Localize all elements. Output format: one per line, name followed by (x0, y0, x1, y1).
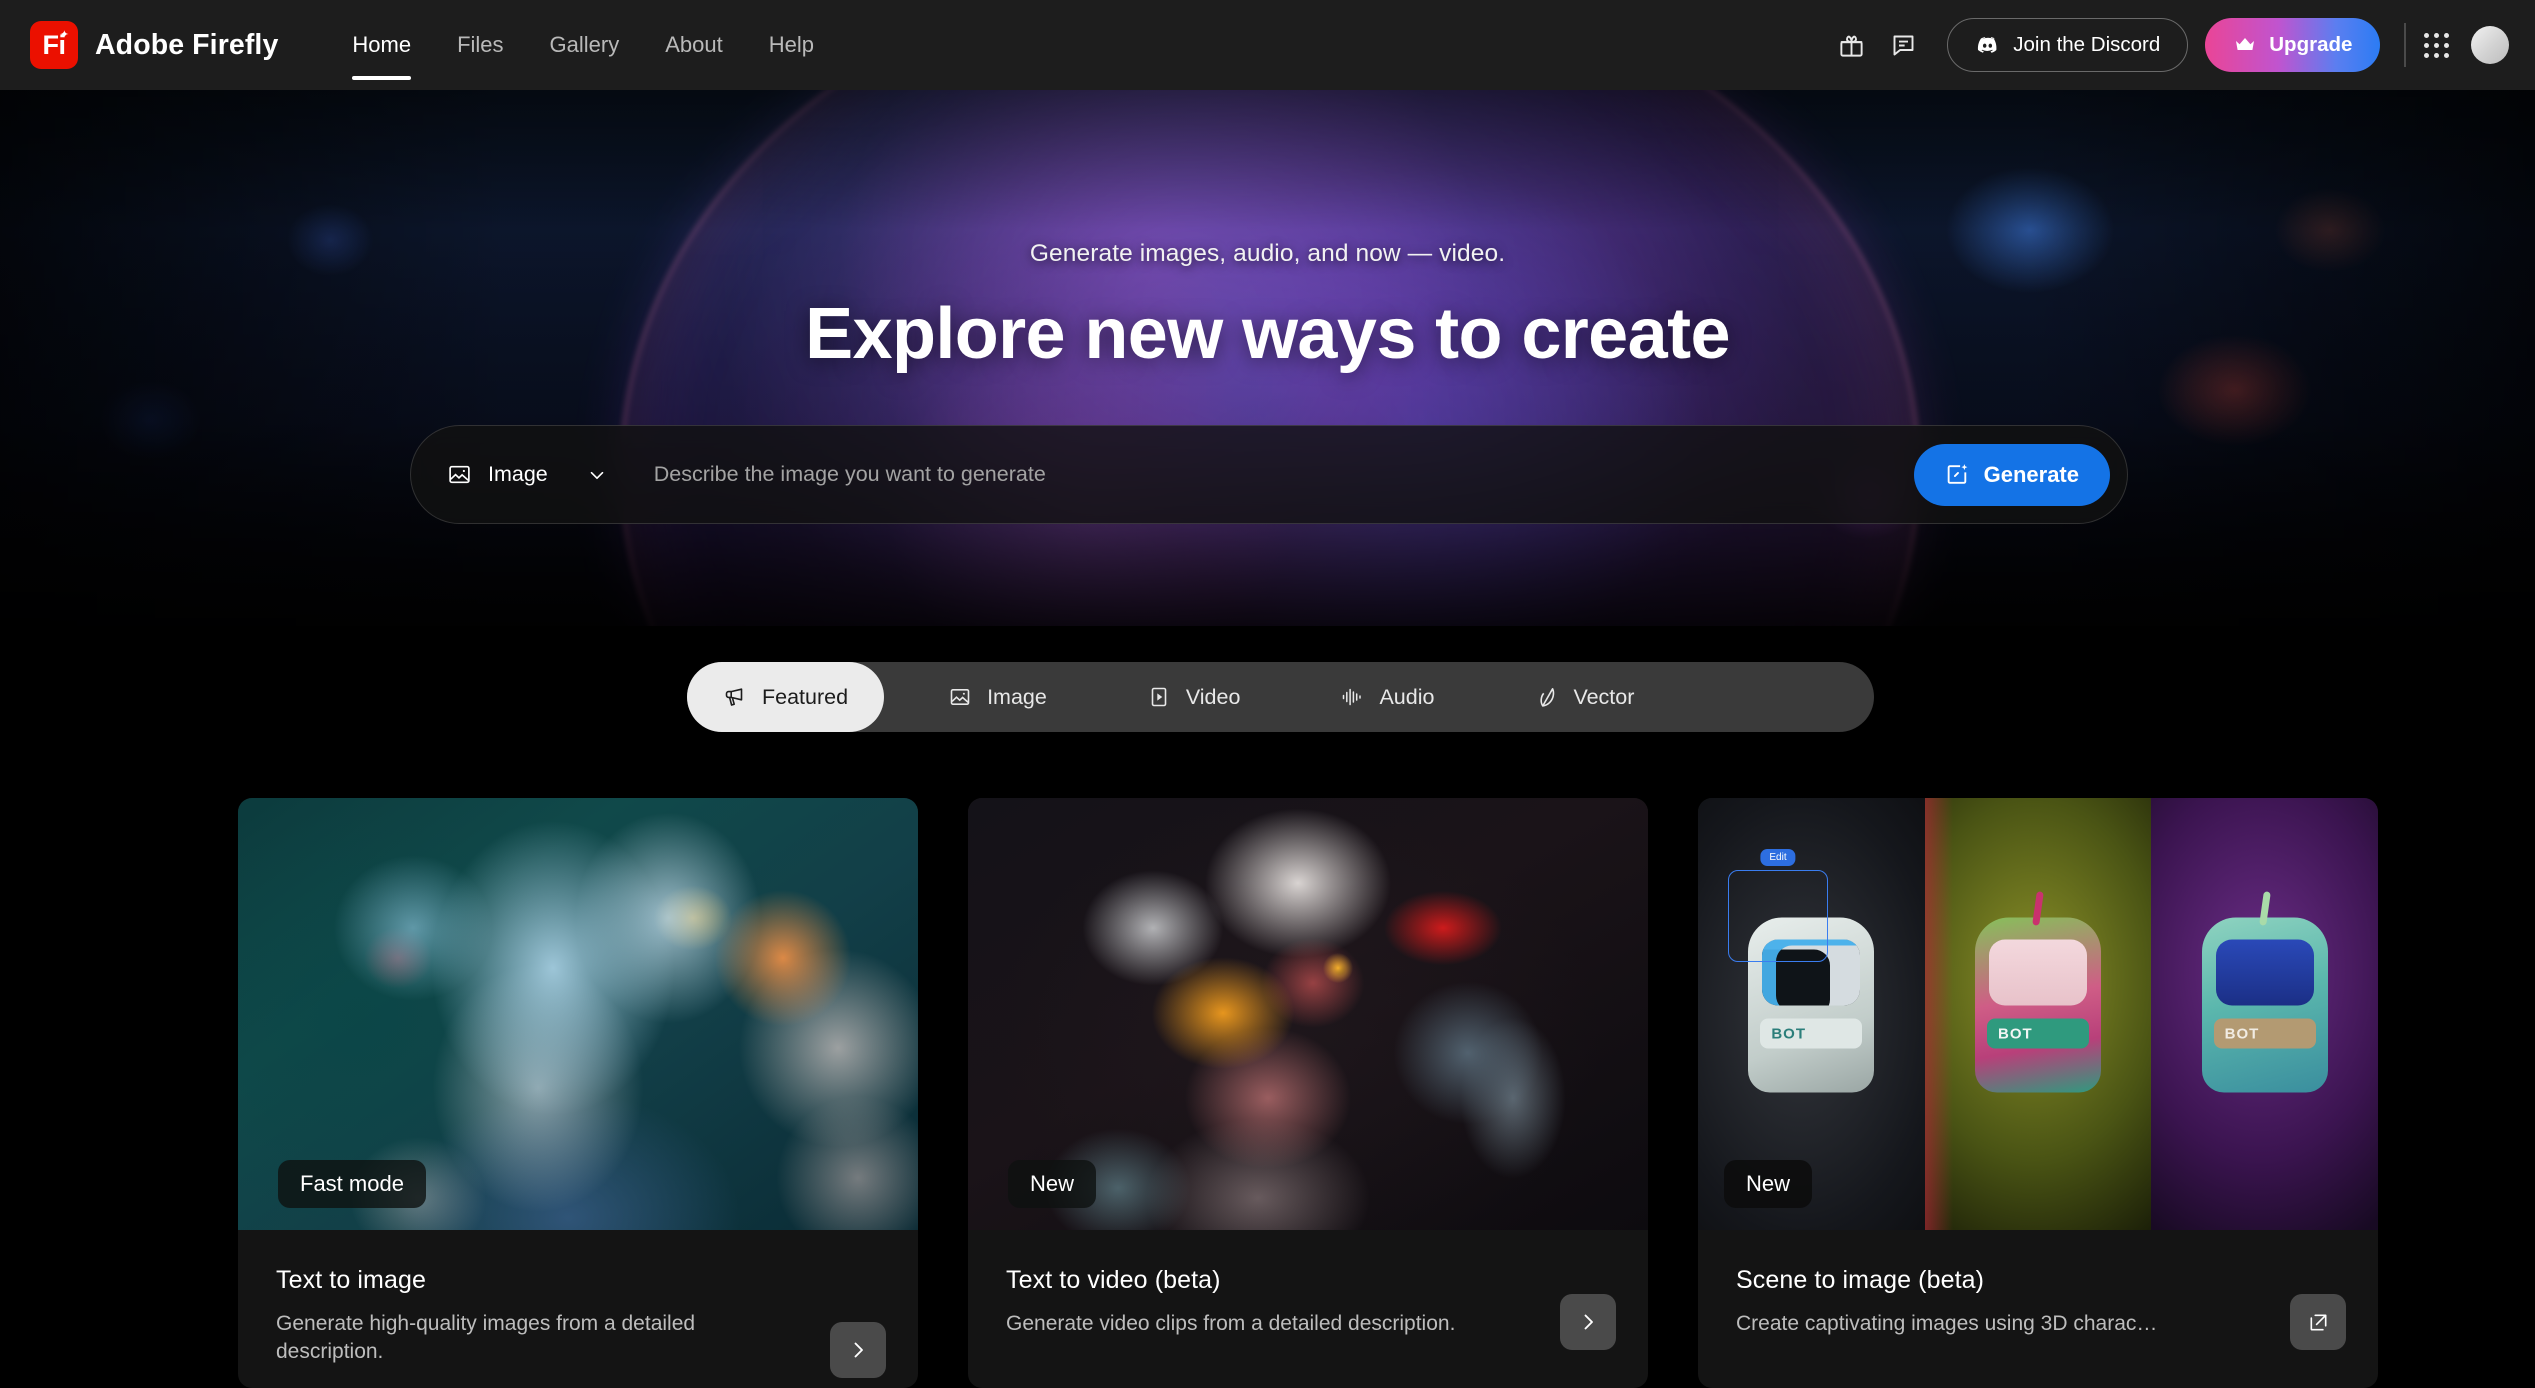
tab-audio[interactable]: Audio (1304, 662, 1470, 732)
vector-pen-icon (1534, 685, 1558, 709)
chevron-down-icon[interactable] (586, 464, 608, 486)
card-badge: Fast mode (278, 1160, 426, 1208)
card-description: Create captivating images using 3D chara… (1736, 1312, 2158, 1335)
chevron-right-icon (846, 1338, 870, 1362)
tab-featured[interactable]: Featured (687, 662, 885, 732)
megaphone-icon (723, 685, 747, 709)
discord-icon (1975, 33, 2000, 58)
nav-label-help: Help (768, 32, 814, 57)
tab-label-vector: Vector (1573, 684, 1635, 709)
card-body: Text to video (beta) Generate video clip… (968, 1230, 1648, 1360)
audio-waveform-icon (1340, 685, 1364, 709)
topbar-actions: Join the Discord Upgrade (1825, 18, 2509, 72)
hero-content: Generate images, audio, and now — video.… (0, 90, 2535, 626)
tab-label-audio: Audio (1379, 684, 1435, 709)
image-icon (447, 462, 472, 487)
main-nav: Home Files Gallery About Help (329, 0, 837, 90)
nav-item-home[interactable]: Home (329, 0, 434, 90)
card-text-to-video[interactable]: New Text to video (beta) Generate video … (968, 798, 1648, 1388)
user-avatar[interactable] (2471, 26, 2509, 64)
card-title: Scene to image (beta) (1736, 1266, 1985, 1294)
generation-type-label: Image (488, 462, 548, 486)
card-body: Text to image Generate high-quality imag… (238, 1230, 918, 1388)
prompt-input[interactable] (653, 462, 1914, 487)
card-open-button[interactable] (830, 1322, 886, 1379)
card-text-to-image[interactable]: Fast mode Text to image Generate high-qu… (238, 798, 918, 1388)
tab-vector[interactable]: Vector (1498, 662, 1670, 732)
tab-video[interactable]: Video (1111, 662, 1277, 732)
card-badge: New (1724, 1160, 1813, 1208)
tab-label-featured: Featured (762, 684, 849, 709)
generation-type-select[interactable]: Image (447, 462, 614, 487)
hero-eyebrow: Generate images, audio, and now — video. (1029, 240, 1506, 267)
card-media: Fast mode (238, 798, 918, 1230)
tab-image[interactable]: Image (912, 662, 1083, 732)
topbar-divider (2404, 23, 2406, 67)
card-body: Scene to image (beta) Create captivating… (1698, 1230, 2378, 1360)
firefly-logo-icon: Fi ✦ (30, 21, 78, 69)
crown-icon (2233, 33, 2257, 57)
generate-label: Generate (1983, 461, 2079, 487)
tab-label-video: Video (1185, 684, 1241, 709)
brand-name: Adobe Firefly (95, 28, 279, 61)
page-title: Explore new ways to create (805, 294, 1730, 374)
top-navigation-bar: Fi ✦ Adobe Firefly Home Files Gallery Ab… (0, 0, 2535, 90)
nav-item-files[interactable]: Files (434, 0, 526, 90)
category-tabs: Featured Image Video Audio Vector (687, 662, 1874, 732)
card-title: Text to video (beta) (1006, 1266, 1221, 1294)
nav-label-about: About (665, 32, 723, 57)
card-title: Text to image (276, 1266, 426, 1294)
hero-section: Generate images, audio, and now — video.… (0, 90, 2535, 626)
nav-item-gallery[interactable]: Gallery (527, 0, 643, 90)
join-discord-button[interactable]: Join the Discord (1947, 18, 2189, 72)
card-open-button[interactable] (1560, 1294, 1616, 1351)
nav-label-home: Home (352, 32, 412, 57)
tab-label-image: Image (987, 684, 1047, 709)
chevron-right-icon (1576, 1310, 1600, 1334)
card-media: BOT Edit BOT BOT New (1698, 798, 2378, 1230)
brand[interactable]: Fi ✦ Adobe Firefly (30, 21, 278, 69)
prompt-bar: Image Generate (410, 425, 2128, 524)
nav-item-about[interactable]: About (642, 0, 746, 90)
card-scene-to-image[interactable]: BOT Edit BOT BOT New Scene to image (bet… (1698, 798, 2378, 1388)
external-link-icon (2307, 1311, 2330, 1334)
video-play-icon (1147, 685, 1171, 709)
upgrade-button[interactable]: Upgrade (2205, 18, 2381, 72)
card-description: Generate high-quality images from a deta… (276, 1312, 696, 1364)
logo-sparkle-icon: ✦ (59, 29, 69, 41)
feature-cards: Fast mode Text to image Generate high-qu… (0, 798, 2535, 1388)
image-icon (948, 685, 972, 709)
card-open-external-button[interactable] (2290, 1294, 2346, 1351)
nav-label-files: Files (457, 32, 504, 57)
card-badge: New (1008, 1160, 1097, 1208)
gift-icon[interactable] (1825, 19, 1877, 71)
generate-sparkle-icon (1945, 462, 1970, 487)
discord-label: Join the Discord (2013, 33, 2161, 56)
feedback-icon[interactable] (1877, 19, 1929, 71)
generate-button[interactable]: Generate (1913, 443, 2110, 506)
app-grid-icon[interactable] (2424, 32, 2449, 58)
nav-label-gallery: Gallery (549, 32, 620, 57)
upgrade-label: Upgrade (2269, 33, 2353, 56)
card-media: New (968, 798, 1648, 1230)
card-description: Generate video clips from a detailed des… (1006, 1312, 1456, 1335)
nav-item-help[interactable]: Help (746, 0, 837, 90)
